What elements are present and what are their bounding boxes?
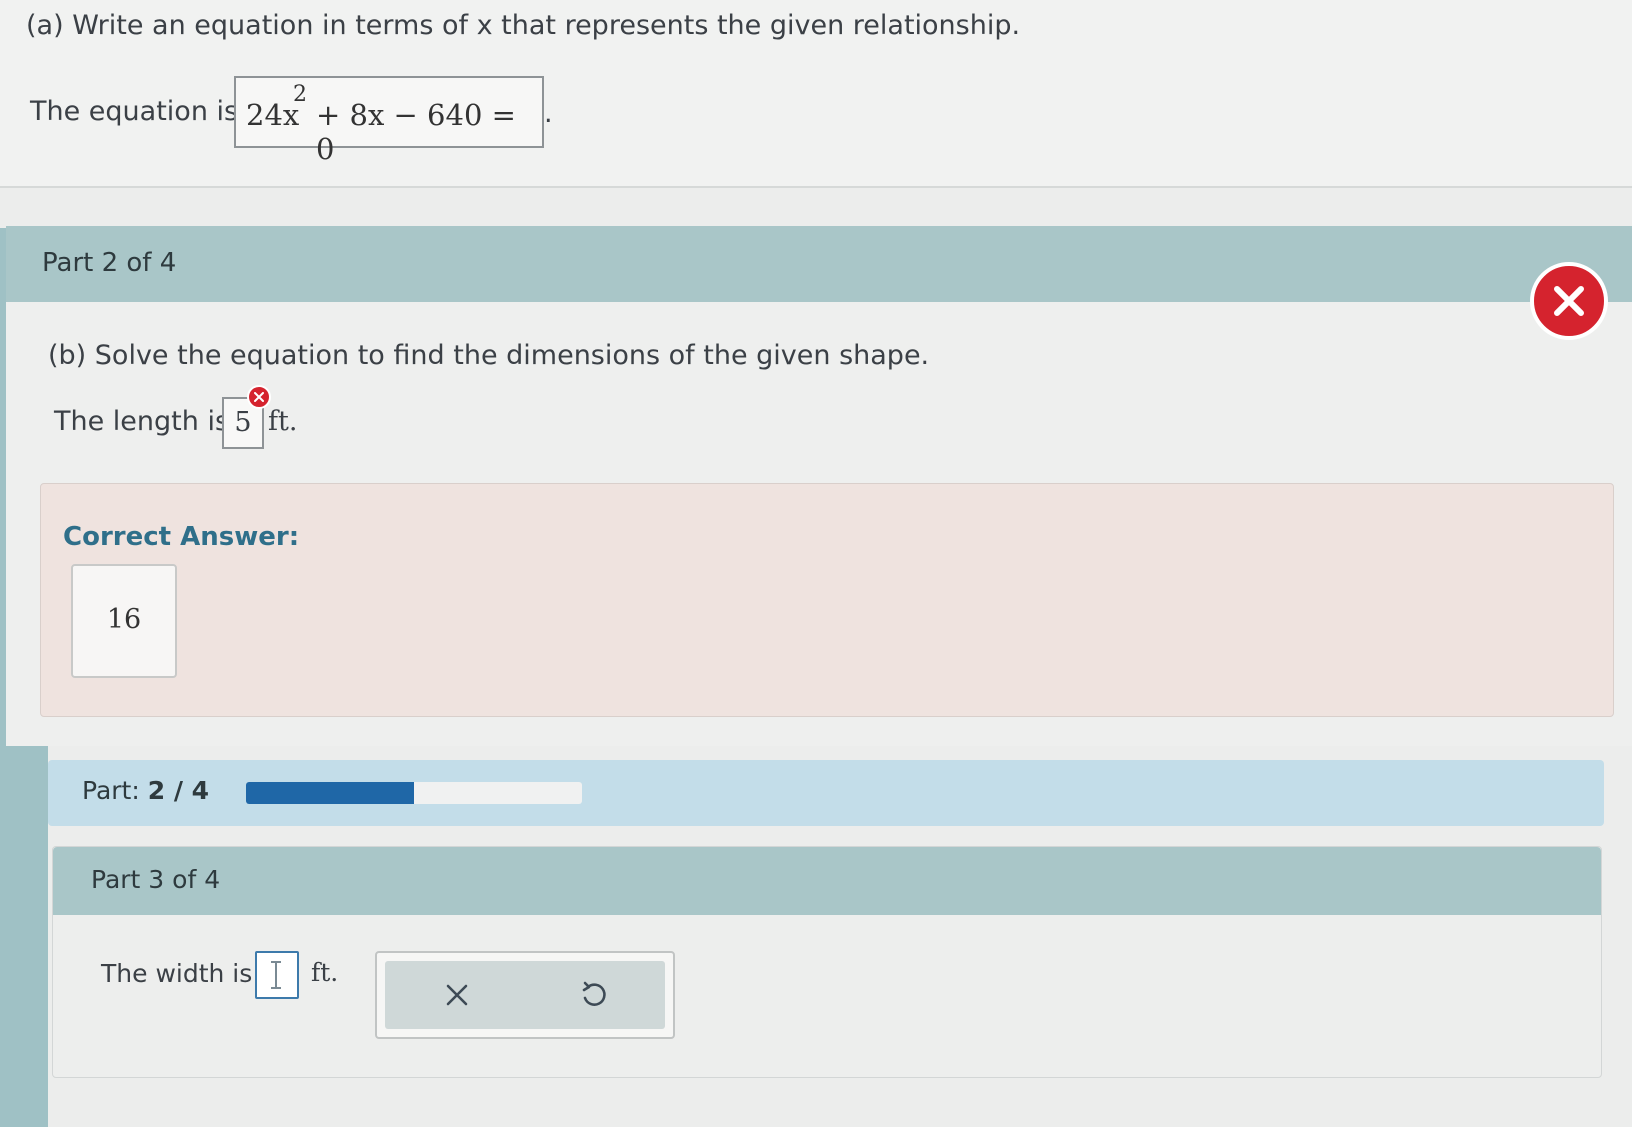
width-answer-input[interactable] bbox=[255, 951, 299, 999]
undo-button[interactable] bbox=[577, 979, 609, 1011]
part-3-header: Part 3 of 4 bbox=[53, 847, 1601, 915]
progress-fill bbox=[246, 782, 414, 804]
equation-period: . bbox=[544, 98, 553, 129]
progress-value: 2 / 4 bbox=[147, 776, 210, 805]
part-2-title: Part 2 of 4 bbox=[42, 248, 177, 278]
undo-icon bbox=[582, 981, 606, 1006]
part-a-question: (a) Write an equation in terms of x that… bbox=[26, 10, 1021, 41]
correct-answer-label: Correct Answer: bbox=[63, 522, 300, 552]
incorrect-status-icon bbox=[1530, 262, 1608, 340]
text-cursor-icon bbox=[271, 961, 281, 989]
width-label: The width is bbox=[101, 959, 253, 988]
equation-rest: + 8x − 640 = 0 bbox=[316, 98, 516, 166]
length-unit: ft. bbox=[268, 406, 298, 437]
part-3-section: Part 3 of 4 The width is ft. bbox=[52, 846, 1602, 1078]
equation-term-coef: 24x bbox=[246, 98, 300, 132]
part-2-header: Part 2 of 4 bbox=[6, 226, 1632, 302]
progress-label: Part: bbox=[82, 776, 140, 805]
answer-tools-panel bbox=[375, 951, 675, 1039]
clear-button[interactable] bbox=[441, 979, 473, 1011]
correct-answer-panel: Correct Answer: 16 bbox=[40, 483, 1614, 717]
part-progress: Part: 2 / 4 bbox=[48, 760, 1604, 826]
length-label: The length is bbox=[54, 406, 230, 437]
part-3-title: Part 3 of 4 bbox=[91, 865, 221, 894]
clear-x-icon bbox=[446, 984, 468, 1006]
progress-track bbox=[246, 782, 582, 804]
equation-answer-box[interactable]: 24x 2 + 8x − 640 = 0 bbox=[234, 76, 544, 166]
part-a-section: (a) Write an equation in terms of x that… bbox=[0, 0, 1632, 188]
correct-answer-value: 16 bbox=[71, 564, 177, 678]
equation-exponent: 2 bbox=[293, 82, 307, 107]
equation-label: The equation is bbox=[30, 96, 239, 127]
width-unit: ft. bbox=[311, 958, 339, 987]
part-b-question: (b) Solve the equation to find the dimen… bbox=[48, 340, 930, 371]
